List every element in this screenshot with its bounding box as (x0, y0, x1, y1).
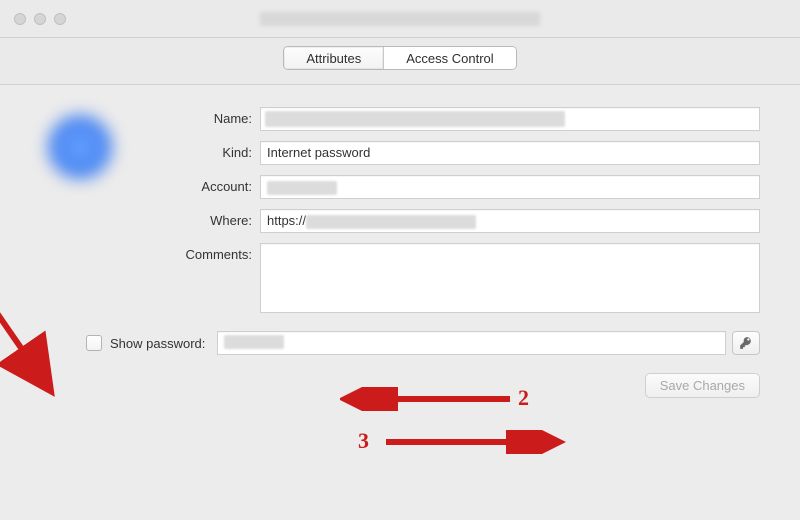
name-label: Name: (132, 107, 252, 126)
annotation-number-3: 3 (358, 430, 369, 452)
attributes-form: Name: Kind: Internet password Account: W… (132, 107, 760, 313)
key-icon (739, 336, 753, 350)
zoom-window-icon[interactable] (54, 13, 66, 25)
annotation-arrow-3 (378, 430, 568, 454)
kind-field[interactable]: Internet password (260, 141, 760, 165)
comments-label: Comments: (132, 243, 252, 262)
password-assistant-button[interactable] (732, 331, 760, 355)
close-window-icon[interactable] (14, 13, 26, 25)
window-titlebar (0, 0, 800, 38)
password-row: Show password: (40, 331, 760, 355)
tab-bar: Attributes Access Control (0, 38, 800, 85)
where-label: Where: (132, 209, 252, 228)
traffic-lights (14, 13, 66, 25)
globe-icon (48, 115, 112, 179)
tab-access-control[interactable]: Access Control (383, 47, 515, 69)
attributes-panel: Name: Kind: Internet password Account: W… (0, 85, 800, 520)
where-prefix: https:// (267, 213, 306, 228)
show-password-label: Show password: (110, 336, 205, 351)
account-value-redacted (267, 181, 337, 195)
account-field[interactable] (260, 175, 760, 199)
show-password-checkbox[interactable] (86, 335, 102, 351)
password-value-redacted (224, 335, 284, 349)
account-label: Account: (132, 175, 252, 194)
name-field[interactable] (260, 107, 760, 131)
save-changes-button[interactable]: Save Changes (645, 373, 760, 398)
kind-label: Kind: (132, 141, 252, 160)
name-value-redacted (265, 111, 565, 127)
comments-field[interactable] (260, 243, 760, 313)
action-row: Save Changes (40, 373, 760, 398)
window-title (260, 12, 540, 26)
where-value-redacted (306, 215, 476, 229)
tab-attributes[interactable]: Attributes (284, 47, 383, 69)
password-field[interactable] (217, 331, 726, 355)
keychain-item-icon (48, 115, 112, 179)
where-field[interactable]: https:// (260, 209, 760, 233)
minimize-window-icon[interactable] (34, 13, 46, 25)
annotation-number-2: 2 (518, 387, 529, 409)
segmented-control: Attributes Access Control (283, 46, 516, 70)
